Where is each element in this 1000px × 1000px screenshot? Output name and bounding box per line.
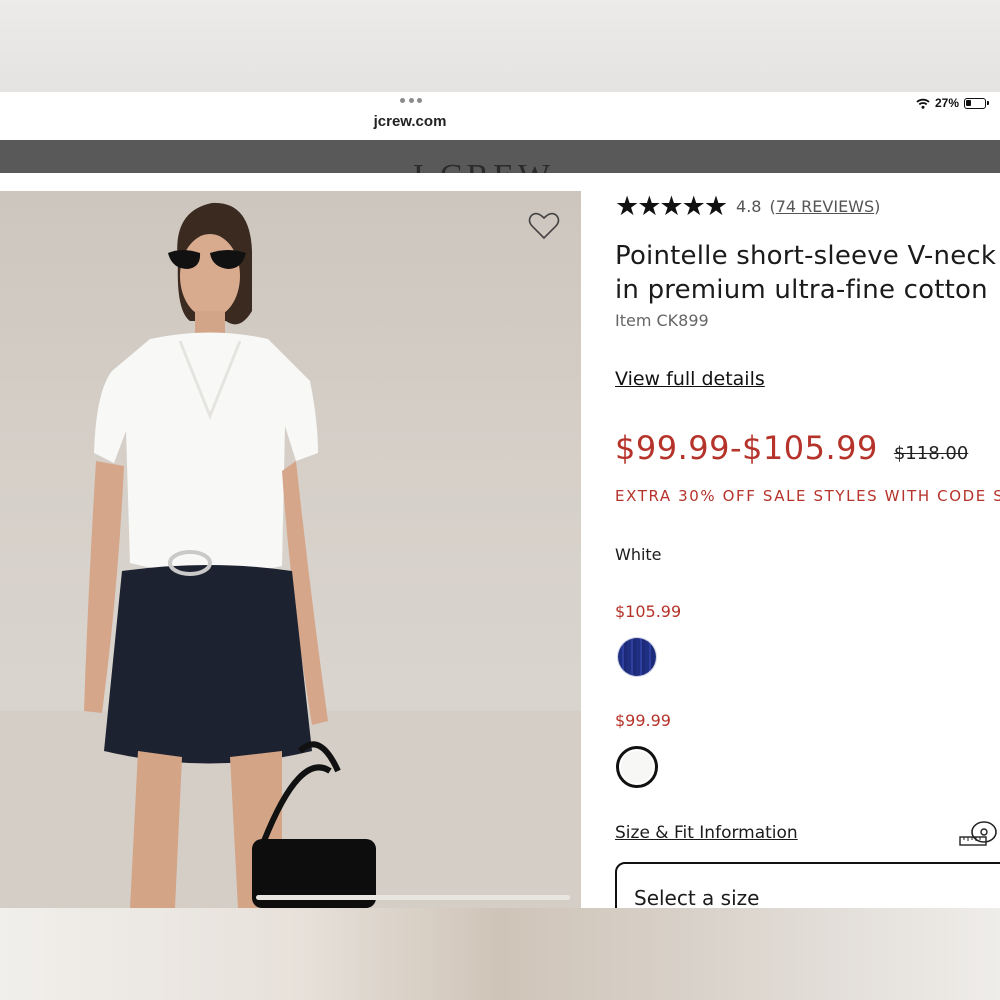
product-title-line1: Pointelle short-sleeve V-neck — [615, 241, 997, 271]
size-select-label: Select a size — [634, 886, 760, 908]
url-field[interactable]: jcrew.com — [340, 113, 480, 130]
size-select-dropdown[interactable]: Select a size — [615, 862, 1000, 908]
price-row: $99.99-$105.99 $118.00 — [615, 429, 968, 467]
status-bar: 27% — [916, 95, 989, 111]
view-full-details-link[interactable]: View full details — [615, 368, 765, 390]
site-logo[interactable]: J.CREW — [410, 158, 554, 173]
reviews-paren-close: ) — [874, 197, 881, 216]
swatch-price: $99.99 — [615, 711, 671, 730]
device-frame-bottom — [0, 908, 1000, 1000]
site-header: J.CREW — [0, 140, 1000, 173]
product-info: ★★★★★ 4.8 (74 REVIEWS) Pointelle short-s… — [615, 173, 1000, 908]
promo-message: EXTRA 30% OFF SALE STYLES WITH CODE SAL — [615, 487, 1000, 505]
reviews-link-wrapper[interactable]: (74 REVIEWS) — [769, 197, 880, 216]
color-swatch-white[interactable] — [616, 746, 658, 788]
size-fit-info-link[interactable]: Size & Fit Information — [615, 823, 798, 843]
rating-value: 4.8 — [736, 197, 762, 216]
star-rating-icon: ★★★★★ — [615, 191, 728, 222]
wifi-icon — [916, 98, 930, 109]
original-price: $118.00 — [893, 443, 969, 464]
item-number: Item CK899 — [615, 311, 709, 330]
rating-row: ★★★★★ 4.8 (74 REVIEWS) — [615, 193, 880, 220]
battery-icon — [964, 97, 989, 109]
product-title: Pointelle short-sleeve V-neck in premium… — [615, 239, 1000, 307]
more-dots-icon[interactable] — [400, 98, 422, 104]
product-title-line2: in premium ultra-fine cotton — [615, 275, 988, 305]
favorite-heart-icon[interactable] — [528, 211, 560, 241]
model-illustration — [0, 202, 581, 908]
selected-color-name: White — [615, 545, 662, 564]
swatch-price: $105.99 — [615, 602, 682, 621]
photo-carousel-scrollbar[interactable] — [256, 895, 570, 900]
color-swatch-navy[interactable] — [618, 638, 656, 676]
reviews-link[interactable]: 74 REVIEWS — [776, 197, 874, 216]
sale-price: $99.99-$105.99 — [615, 429, 878, 467]
battery-percent: 27% — [934, 96, 959, 110]
product-photo[interactable] — [0, 191, 581, 908]
measuring-tape-icon[interactable] — [958, 820, 998, 848]
browser-address-bar — [0, 92, 1000, 140]
product-page: ★★★★★ 4.8 (74 REVIEWS) Pointelle short-s… — [0, 173, 1000, 908]
device-frame-top — [0, 0, 1000, 92]
